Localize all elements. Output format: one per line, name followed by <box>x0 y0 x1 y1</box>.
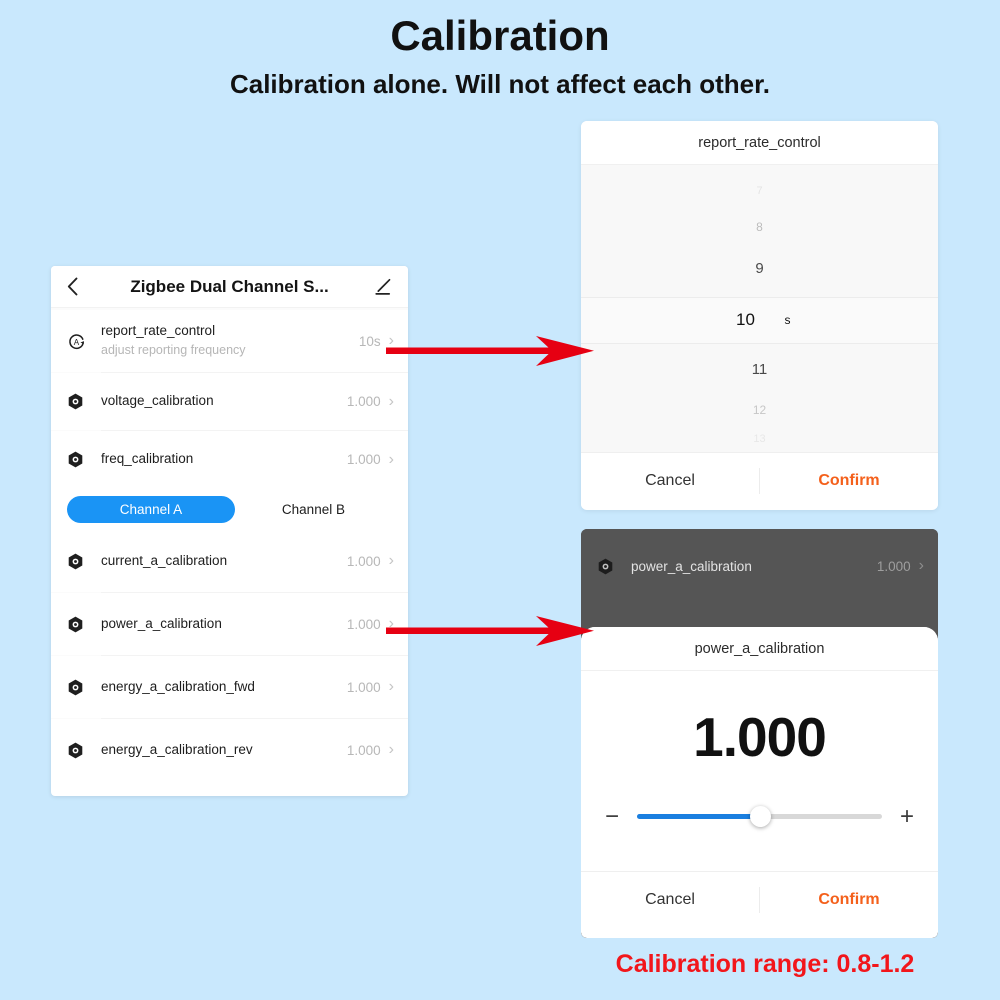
nut-icon <box>67 393 95 410</box>
slider-control: − + <box>581 805 938 829</box>
nut-icon <box>67 616 95 633</box>
list-item-label: power_a_calibration <box>631 558 752 574</box>
calibration-range-note: Calibration range: 0.8-1.2 <box>615 950 915 978</box>
chevron-right-icon: › <box>388 552 394 569</box>
chevron-left-icon[interactable] <box>67 277 89 296</box>
list-item[interactable]: freq_calibration 1.000 › <box>51 431 408 488</box>
confirm-button[interactable]: Confirm <box>760 891 938 909</box>
picker-option[interactable]: 9 <box>581 260 938 277</box>
slider-track-wrap[interactable] <box>637 806 882 827</box>
picker-option[interactable]: 7 <box>581 185 938 197</box>
list-item-text: energy_a_calibration_rev <box>95 742 347 759</box>
list-item[interactable]: energy_a_calibration_fwd 1.000 › <box>51 656 408 718</box>
list-item-value: 1.000 <box>346 742 381 758</box>
list-item[interactable]: current_a_calibration 1.000 › <box>51 530 408 592</box>
picker-unit: s <box>784 313 791 327</box>
chevron-right-icon: › <box>388 741 394 758</box>
list-item[interactable]: power_a_calibration 1.000 › <box>51 593 408 655</box>
list-item[interactable]: A report_rate_control adjust reporting f… <box>51 310 408 372</box>
list-item-label: energy_a_calibration_rev <box>101 741 253 757</box>
settings-list: A report_rate_control adjust reporting f… <box>51 308 408 781</box>
dialog-actions: Cancel Confirm <box>581 871 938 927</box>
picker-option[interactable]: 8 <box>581 220 938 234</box>
nut-icon <box>67 679 95 696</box>
list-item-label: power_a_calibration <box>101 615 222 631</box>
dialog-title: power_a_calibration <box>581 627 938 671</box>
channel-tabs: Channel A Channel B <box>51 488 408 530</box>
dimmed-list-item: power_a_calibration 1.000 › <box>581 539 938 593</box>
nav-bar: Zigbee Dual Channel S... <box>51 266 408 308</box>
list-item-value: 1.000 <box>346 553 381 569</box>
svg-text:A: A <box>74 337 80 346</box>
list-item-label: report_rate_control <box>101 323 216 339</box>
tab-channel-b[interactable]: Channel B <box>235 502 392 517</box>
list-item-text: freq_calibration <box>95 451 347 468</box>
arrow-to-picker-dialog <box>386 336 594 366</box>
slider-thumb[interactable] <box>749 806 771 827</box>
list-item-text: current_a_calibration <box>95 553 347 570</box>
increment-button[interactable]: + <box>892 805 922 829</box>
device-settings-panel: Zigbee Dual Channel S... A report_rate_c… <box>51 266 408 796</box>
list-item[interactable]: energy_a_calibration_rev 1.000 › <box>51 719 408 781</box>
report-rate-picker-dialog: report_rate_control 7 8 9 10 s 11 12 13 … <box>581 121 938 510</box>
list-item-label: voltage_calibration <box>101 393 214 409</box>
power-calibration-modal: power_a_calibration 1.000 › energy_a_cal… <box>581 529 938 938</box>
nut-icon <box>67 553 95 570</box>
current-value: 1.000 <box>693 706 827 768</box>
list-item-description: adjust reporting frequency <box>101 343 246 358</box>
dialog-title: report_rate_control <box>581 121 938 165</box>
list-item-text: report_rate_control adjust reporting fre… <box>95 323 359 358</box>
list-item-value: 1.000 <box>346 452 381 467</box>
auto-refresh-icon: A <box>67 332 95 351</box>
chevron-right-icon: › <box>388 678 394 695</box>
list-item-text: power_a_calibration <box>95 616 347 633</box>
picker-option[interactable]: 13 <box>581 433 938 445</box>
picker-options: 7 8 9 10 s 11 12 13 <box>581 165 938 452</box>
nut-icon <box>67 451 95 468</box>
picker-option[interactable]: 11 <box>581 361 938 378</box>
page-subtitle: Calibration alone. Will not affect each … <box>229 69 771 99</box>
slider-fill <box>637 814 760 819</box>
chevron-right-icon: › <box>918 557 924 574</box>
slider-sheet: power_a_calibration 1.000 − + Cancel Con… <box>581 627 938 938</box>
confirm-button[interactable]: Confirm <box>760 472 938 490</box>
nut-icon <box>67 742 95 759</box>
list-item-label: current_a_calibration <box>101 552 228 568</box>
list-item-text: energy_a_calibration_fwd <box>95 679 347 696</box>
page-title: Calibration <box>390 12 610 59</box>
value-picker-wheel[interactable]: 7 8 9 10 s 11 12 13 <box>581 165 938 452</box>
chevron-right-icon: › <box>388 450 394 468</box>
list-item-value: 10s <box>358 333 381 349</box>
pencil-icon[interactable] <box>370 278 392 296</box>
list-item-value: 1.000 <box>346 394 381 409</box>
list-item-label: freq_calibration <box>101 451 194 467</box>
picker-option-selected[interactable]: 10 s <box>581 310 938 330</box>
dialog-actions: Cancel Confirm <box>581 452 938 508</box>
panel-title: Zigbee Dual Channel S... <box>130 276 329 296</box>
list-item-label: energy_a_calibration_fwd <box>101 678 255 694</box>
picker-option[interactable]: 12 <box>581 403 938 417</box>
list-item-value: 1.000 <box>346 616 381 632</box>
list-item[interactable]: voltage_calibration 1.000 › <box>51 373 408 430</box>
list-item-value: 1.000 <box>346 679 381 695</box>
cancel-button[interactable]: Cancel <box>581 472 759 490</box>
list-item-value: 1.000 <box>876 558 911 574</box>
chevron-right-icon: › <box>388 392 394 410</box>
nut-icon <box>597 558 625 575</box>
cancel-button[interactable]: Cancel <box>581 891 759 909</box>
tab-channel-a[interactable]: Channel A <box>67 495 235 523</box>
list-item-text: voltage_calibration <box>95 393 347 410</box>
screenshot-root: Calibration Calibration alone. Will not … <box>0 0 1000 1000</box>
decrement-button[interactable]: − <box>597 805 627 829</box>
arrow-to-slider-dialog <box>386 616 594 646</box>
